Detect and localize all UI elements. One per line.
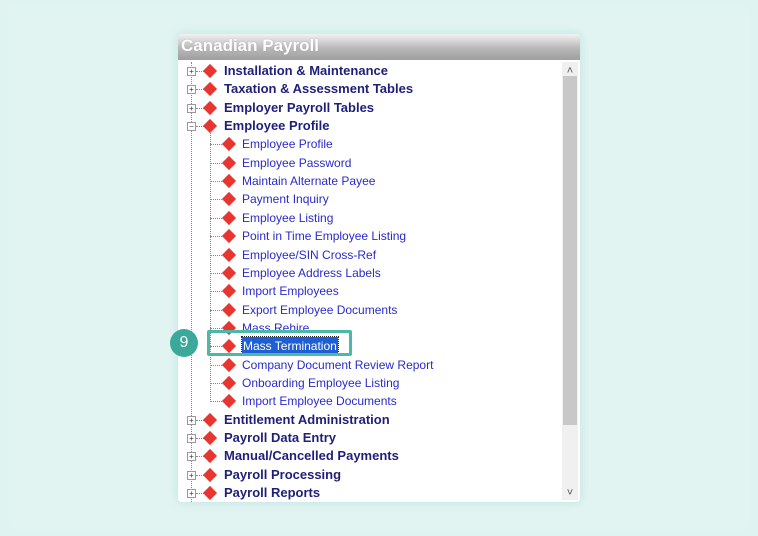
tree-node-label: Entitlement Administration: [224, 411, 390, 427]
diamond-node-icon: [202, 63, 218, 79]
tree-leaf-label: Point in Time Employee Listing: [242, 229, 407, 244]
tree-leaf-label: Employee Profile: [242, 137, 333, 152]
tree-connector: [210, 199, 222, 201]
highlight-box: [207, 330, 352, 356]
scroll-down-icon[interactable]: ˅: [562, 486, 578, 500]
tree-leaf-label: Onboarding Employee Listing: [242, 375, 400, 390]
tree-guide: [210, 131, 211, 402]
tree-node-label: Employer Payroll Tables: [224, 99, 375, 115]
diamond-node-icon: [202, 467, 218, 482]
tree-leaf-label: Import Employee Documents: [242, 394, 397, 409]
scrollbar-thumb[interactable]: [563, 76, 577, 425]
diamond-node-icon: [221, 247, 237, 262]
tree-leaf[interactable]: Export Employee Documents: [178, 301, 558, 319]
tree-leaf[interactable]: Import Employees: [178, 282, 558, 300]
tree-node-top[interactable]: + Installation & Maintenance: [178, 62, 558, 80]
expand-icon[interactable]: +: [187, 67, 196, 76]
expand-icon[interactable]: +: [187, 452, 196, 462]
tree-leaf[interactable]: Employee Address Labels: [178, 264, 558, 282]
tree-leaf-label: Company Document Review Report: [242, 357, 434, 372]
menu-tree: + Installation & Maintenance + Taxation & A…: [178, 62, 562, 502]
tree-leaf-label: Employee/SIN Cross-Ref: [242, 247, 377, 262]
diamond-node-icon: [202, 412, 218, 427]
tree-connector: [210, 327, 222, 329]
vertical-scrollbar[interactable]: ˄ ˅: [562, 62, 578, 500]
tree-node-label: Taxation & Assessment Tables: [224, 81, 414, 97]
diamond-node-icon: [202, 485, 218, 501]
tree-leaf[interactable]: Employee Profile: [178, 135, 558, 153]
tree-leaf[interactable]: Company Document Review Report: [178, 356, 558, 374]
diamond-node-icon: [221, 394, 237, 409]
tree-node-label: Installation & Maintenance: [224, 63, 388, 78]
expand-icon[interactable]: +: [187, 470, 196, 480]
tree-leaf[interactable]: Employee Listing: [178, 209, 558, 227]
diamond-node-icon: [221, 155, 237, 170]
tree-node-top[interactable]: + Taxation & Assessment Tables: [178, 80, 558, 98]
step-badge: 9: [170, 329, 198, 357]
window-title: Canadian Payroll: [178, 34, 580, 60]
diamond-node-icon: [221, 357, 237, 372]
tree-node-top[interactable]: + Entitlement Administration: [178, 411, 558, 429]
diamond-node-icon: [202, 100, 218, 115]
tree-node-label: Payroll Processing: [224, 466, 342, 482]
tree-leaf-label: Employee Address Labels: [242, 265, 381, 280]
tree-node-top[interactable]: + Manual/Cancelled Payments: [178, 447, 558, 465]
tree-leaf[interactable]: Payment Inquiry: [178, 190, 558, 208]
tree-leaf-label: Export Employee Documents: [242, 302, 398, 317]
diamond-node-icon: [221, 375, 237, 391]
diamond-node-icon: [221, 192, 237, 207]
tree-node-label: Payroll Reports: [224, 485, 321, 501]
tree-connector: [210, 364, 222, 366]
tree-connector: [210, 254, 222, 256]
tree-connector: [210, 382, 222, 384]
expand-icon[interactable]: +: [187, 489, 196, 499]
tree-connector: [210, 144, 222, 146]
tree-leaf-label: Employee Password: [242, 155, 352, 170]
tree-node-label: Employee Profile: [224, 118, 330, 134]
tree-connector: [210, 162, 222, 164]
tree-node-top[interactable]: + Payroll Data Entry: [178, 429, 558, 447]
diamond-node-icon: [202, 82, 218, 97]
expand-icon[interactable]: +: [187, 415, 196, 425]
tree-connector: [210, 401, 222, 403]
tree-leaf-label: Import Employees: [242, 284, 339, 299]
tree-connector: [210, 217, 222, 219]
tree-node-top[interactable]: − Employee Profile: [178, 117, 558, 135]
collapse-icon[interactable]: −: [187, 122, 196, 132]
diamond-node-icon: [221, 174, 237, 189]
tree-connector: [210, 272, 222, 274]
tree-node-label: Manual/Cancelled Payments: [224, 448, 399, 464]
tree-node-top[interactable]: + Employer Payroll Tables: [178, 99, 558, 117]
diamond-node-icon: [221, 265, 237, 280]
expand-icon[interactable]: +: [187, 85, 196, 95]
diamond-node-icon: [221, 229, 237, 244]
tree-leaf-label: Maintain Alternate Payee: [242, 174, 376, 189]
tree-leaf[interactable]: Employee/SIN Cross-Ref: [178, 246, 558, 264]
tree-leaf[interactable]: Import Employee Documents: [178, 392, 558, 410]
tree-node-top[interactable]: + Payroll Reports: [178, 484, 558, 502]
diamond-node-icon: [221, 302, 237, 317]
diamond-node-icon: [221, 284, 237, 299]
expand-icon[interactable]: +: [187, 434, 196, 443]
tree-node-label: Payroll Data Entry: [224, 430, 336, 445]
tree-connector: [210, 309, 222, 311]
tree-node-top[interactable]: + Payroll Processing: [178, 466, 558, 484]
tree-leaf[interactable]: Employee Password: [178, 154, 558, 172]
tree-connector: [210, 181, 222, 183]
diamond-node-icon: [202, 430, 218, 446]
tree-leaf[interactable]: Point in Time Employee Listing: [178, 227, 558, 245]
tree-leaf-label: Payment Inquiry: [242, 192, 329, 207]
diamond-node-icon: [221, 210, 237, 225]
tree-connector: [210, 291, 222, 293]
tree-connector: [210, 236, 222, 238]
diamond-node-icon: [221, 137, 237, 152]
tree-leaf[interactable]: Onboarding Employee Listing: [178, 374, 558, 392]
tree-leaf[interactable]: Maintain Alternate Payee: [178, 172, 558, 190]
expand-icon[interactable]: +: [187, 103, 196, 113]
tree-leaf-label: Employee Listing: [242, 210, 334, 225]
canadian-payroll-window: Canadian Payroll + Installation & Mainten…: [178, 34, 580, 502]
diamond-node-icon: [202, 449, 218, 464]
